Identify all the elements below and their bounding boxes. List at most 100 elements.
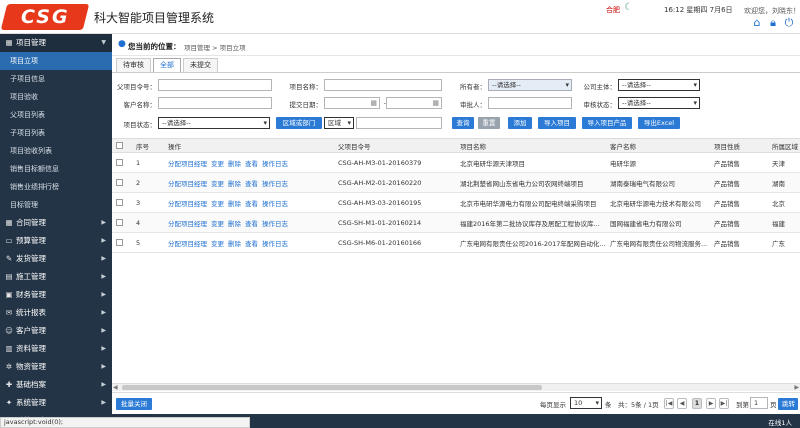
sidebar-group-10[interactable]: ✦ 系统管理 ▶ — [0, 394, 112, 412]
sidebar-item-sub-7[interactable]: 销售业绩排行榜 — [0, 178, 112, 196]
row-action-2[interactable]: 删除 — [228, 240, 241, 248]
row-checkbox[interactable] — [112, 232, 132, 253]
current-page-button[interactable]: 1 — [692, 398, 702, 409]
select-all-checkbox[interactable] — [112, 138, 132, 153]
home-icon[interactable]: ⌂ — [751, 17, 763, 29]
audit-status-select[interactable]: --请选择-- — [618, 97, 700, 109]
row-checkbox[interactable] — [112, 192, 132, 213]
row-customer-link[interactable]: 北京电研华源电力技术有限公司 — [606, 192, 710, 213]
per-page-select[interactable]: 10 — [570, 397, 602, 409]
row-action-0[interactable]: 分配项目经理 — [168, 220, 207, 228]
company-select[interactable]: --请选择-- — [618, 79, 700, 91]
tab-all[interactable]: 全部 — [153, 58, 181, 72]
sidebar-group-5[interactable]: ✉ 统计报表 ▶ — [0, 304, 112, 322]
row-action-4[interactable]: 操作日志 — [262, 220, 288, 228]
submit-date-start[interactable] — [324, 97, 380, 109]
row-action-3[interactable]: 查看 — [245, 160, 258, 168]
last-page-button[interactable]: ▶| — [719, 398, 729, 409]
goto-label: 到第 — [736, 401, 749, 409]
sidebar-group-2[interactable]: ✎ 发货管理 ▶ — [0, 250, 112, 268]
row-checkbox[interactable] — [112, 152, 132, 173]
project-name-input[interactable] — [324, 79, 442, 91]
sidebar-item-sub-1[interactable]: 子项目信息 — [0, 70, 112, 88]
sidebar-item-sub-8[interactable]: 目标管理 — [0, 196, 112, 214]
row-action-1[interactable]: 变更 — [211, 180, 224, 188]
import-product-button[interactable]: 导入项目产品 — [582, 117, 632, 129]
scroll-left-icon[interactable]: ◀ — [113, 384, 118, 391]
add-button[interactable]: 添加 — [508, 117, 532, 129]
sidebar-item-sub-4[interactable]: 子项目列表 — [0, 124, 112, 142]
row-action-3[interactable]: 查看 — [245, 200, 258, 208]
row-action-1[interactable]: 变更 — [211, 200, 224, 208]
sidebar-group-3[interactable]: ▤ 施工管理 ▶ — [0, 268, 112, 286]
row-customer-link[interactable]: 国网福建省电力有限公司 — [606, 212, 710, 233]
region-dept-button[interactable]: 区域或部门 — [276, 117, 322, 129]
row-action-3[interactable]: 查看 — [245, 180, 258, 188]
row-action-4[interactable]: 操作日志 — [262, 160, 288, 168]
sidebar-group-1[interactable]: ▭ 预算管理 ▶ — [0, 232, 112, 250]
sidebar-group-6[interactable]: ☺ 客户管理 ▶ — [0, 322, 112, 340]
row-checkbox[interactable] — [112, 212, 132, 233]
sidebar-group-4[interactable]: ▣ 财务管理 ▶ — [0, 286, 112, 304]
row-action-2[interactable]: 删除 — [228, 200, 241, 208]
row-action-4[interactable]: 操作日志 — [262, 240, 288, 248]
tab-unsubmitted[interactable]: 未提交 — [183, 58, 218, 72]
tab-pending[interactable]: 待审核 — [116, 58, 151, 72]
row-action-1[interactable]: 变更 — [211, 160, 224, 168]
power-icon[interactable]: ⏻ — [783, 17, 795, 29]
row-customer-link[interactable]: 广东电网有限责任公司物流服务... — [606, 232, 710, 253]
region-select[interactable]: 区域 — [324, 117, 354, 129]
row-action-0[interactable]: 分配项目经理 — [168, 200, 207, 208]
chevron-right-icon: ▶ — [101, 309, 106, 316]
row-action-3[interactable]: 查看 — [245, 240, 258, 248]
sidebar-item-sub-5[interactable]: 项目验收列表 — [0, 142, 112, 160]
prev-page-button[interactable]: ◀ — [677, 398, 687, 409]
import-project-button[interactable]: 导入项目 — [538, 117, 576, 129]
submit-date-end[interactable] — [386, 97, 442, 109]
scroll-right-icon[interactable]: ▶ — [794, 384, 799, 391]
row-action-4[interactable]: 操作日志 — [262, 200, 288, 208]
sidebar-group-8[interactable]: ✲ 物资管理 ▶ — [0, 358, 112, 376]
export-excel-button[interactable]: 导出Excel — [638, 117, 680, 129]
customer-input[interactable] — [158, 97, 272, 109]
sidebar-group-project[interactable]: ▦ 项目管理 ▼ — [0, 34, 112, 52]
reset-button[interactable]: 重置 — [478, 117, 500, 129]
row-action-0[interactable]: 分配项目经理 — [168, 240, 207, 248]
horizontal-scrollbar[interactable]: ◀ ▶ — [112, 383, 800, 391]
sidebar-item-sub-6[interactable]: 销售目标额信息 — [0, 160, 112, 178]
row-action-2[interactable]: 删除 — [228, 180, 241, 188]
row-action-2[interactable]: 删除 — [228, 220, 241, 228]
sidebar-item-sub-3[interactable]: 父项目列表 — [0, 106, 112, 124]
first-page-button[interactable]: |◀ — [664, 398, 674, 409]
row-action-1[interactable]: 变更 — [211, 220, 224, 228]
row-action-4[interactable]: 操作日志 — [262, 180, 288, 188]
sidebar-group-9[interactable]: ✚ 基础档案 ▶ — [0, 376, 112, 394]
sidebar-item-sub-2[interactable]: 项目验收 — [0, 88, 112, 106]
next-page-button[interactable]: ▶ — [706, 398, 716, 409]
row-customer-link[interactable]: 湖南泰瑞电气有限公司 — [606, 172, 710, 193]
owner-select[interactable]: --请选择-- — [488, 79, 572, 91]
query-button[interactable]: 查询 — [452, 117, 474, 129]
row-region: 北京 — [768, 192, 800, 213]
goto-page-input[interactable]: 1 — [750, 397, 768, 409]
row-action-0[interactable]: 分配项目经理 — [168, 180, 207, 188]
sidebar-group-7[interactable]: ▥ 资料管理 ▶ — [0, 340, 112, 358]
project-status-select[interactable]: --请选择-- — [158, 117, 270, 129]
region-input[interactable] — [356, 117, 442, 129]
row-checkbox[interactable] — [112, 172, 132, 193]
parent-code-input[interactable] — [158, 79, 272, 91]
lock-icon[interactable]: 🔒︎ — [767, 17, 779, 29]
row-action-2[interactable]: 删除 — [228, 160, 241, 168]
scroll-thumb[interactable] — [122, 385, 542, 390]
row-action-0[interactable]: 分配项目经理 — [168, 160, 207, 168]
sidebar-group-0[interactable]: ▦ 合同管理 ▶ — [0, 214, 112, 232]
row-action-1[interactable]: 变更 — [211, 240, 224, 248]
sidebar-item-project-init[interactable]: 项目立项 — [0, 52, 112, 70]
approver-input[interactable] — [488, 97, 572, 109]
jump-button[interactable]: 跳转 — [778, 398, 798, 410]
chevron-right-icon: ▶ — [101, 291, 106, 298]
batch-close-button[interactable]: 批量关闭 — [116, 398, 152, 410]
row-action-3[interactable]: 查看 — [245, 220, 258, 228]
header: CSG 科大智能项目管理系统 合肥 ☾ 16:12 星期四 7月6日 欢迎您，刘… — [0, 0, 800, 34]
row-customer-link[interactable]: 电研华源 — [606, 152, 710, 173]
